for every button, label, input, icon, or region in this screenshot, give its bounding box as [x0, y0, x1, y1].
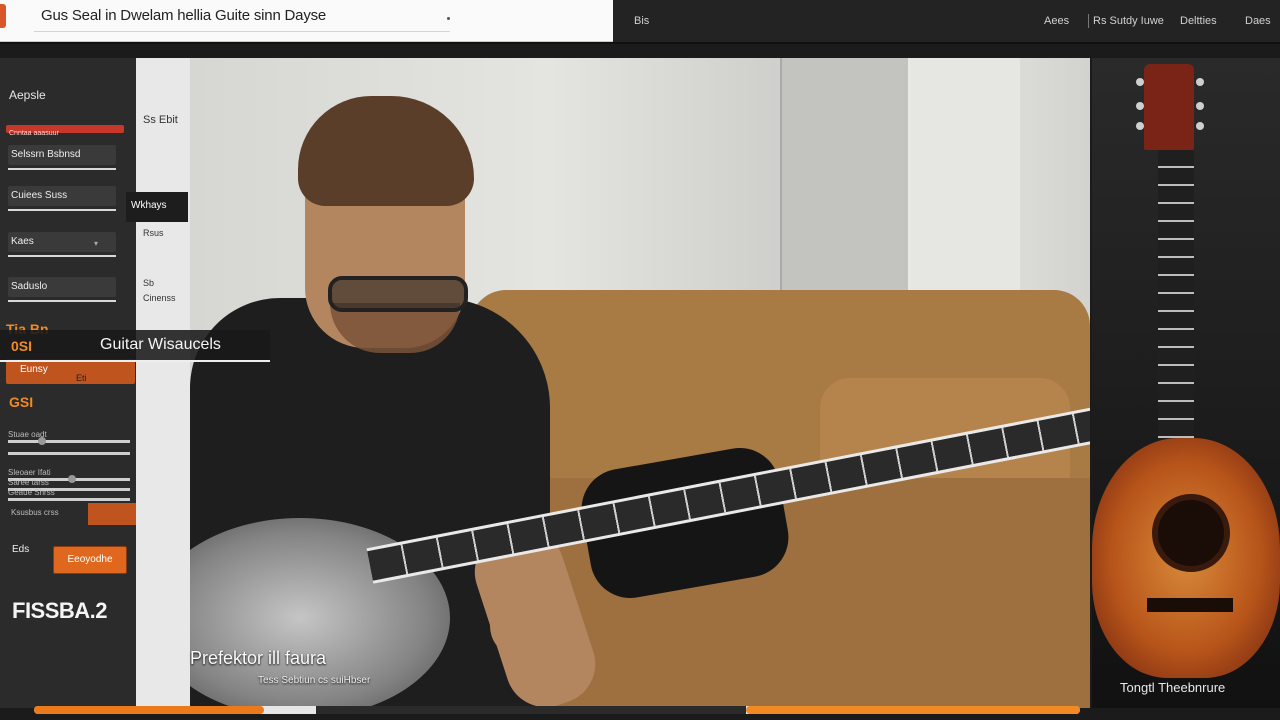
slider-1[interactable]: Stuae oadt — [8, 430, 130, 445]
nav-item-details[interactable]: Deltties — [1180, 15, 1217, 27]
search-bar[interactable]: Gus Seal in Dwelam hellia Guite sinn Day… — [0, 0, 613, 42]
progress-bar[interactable] — [34, 706, 1080, 714]
field-label: Selssrn Bsbnsd — [11, 149, 81, 160]
field-underline — [8, 209, 116, 211]
sub-item-rsus[interactable]: Rsus — [143, 228, 164, 238]
sidebar-big-label: FISSBA.2 — [12, 598, 108, 623]
slider-label: Saree tarss — [8, 478, 49, 487]
tooltip-label: Wkhays — [131, 200, 167, 211]
alert-bar: Cnntaa aaasuur — [6, 125, 124, 137]
nav-divider — [1088, 14, 1089, 28]
page-title: Gus Seal in Dwelam hellia Guite sinn Day… — [41, 7, 327, 24]
slider-label: Geaue Shrss — [8, 488, 55, 497]
sub-item-sb[interactable]: Sb — [143, 278, 154, 288]
sidebar-action-bar[interactable]: Eunsy Eti — [6, 359, 135, 384]
guitar-bridge — [1147, 598, 1233, 612]
guitar-headstock — [1144, 64, 1194, 150]
tuner-icon — [1196, 102, 1204, 110]
status-chip — [88, 503, 136, 525]
sidebar-small-label: Eds — [12, 544, 30, 555]
hero-title-text: Guitar Wisaucels — [100, 336, 221, 353]
hero-caption-sub: Tess Sebtiun cs suiHbser — [258, 675, 371, 686]
nav-item-aees[interactable]: Aees — [1044, 15, 1069, 27]
guitar-caption[interactable]: Tongtl Theebnrure — [1120, 680, 1225, 695]
sidebar-button-label: Eeoyodhe — [67, 554, 113, 565]
top-bar: Gus Seal in Dwelam hellia Guite sinn Day… — [0, 0, 1280, 44]
hero-title-bar[interactable]: 0SI Guitar Wisaucels — [0, 330, 270, 362]
progress-gap — [316, 706, 746, 714]
field-label: Saduslo — [11, 281, 48, 292]
tuner-icon — [1196, 78, 1204, 86]
hero-title-number: 0SI — [11, 338, 33, 354]
field-underline — [8, 255, 116, 257]
action-bar-label: Eunsy — [20, 364, 48, 375]
alert-label: Cnntaa aaasuur — [9, 130, 59, 137]
tuner-icon — [1196, 122, 1204, 130]
sidebar-field-1[interactable]: Selssrn Bsbnsd — [8, 145, 116, 170]
sub-item-cinenss[interactable]: Cinenss — [143, 293, 176, 303]
tuner-icon — [1136, 102, 1144, 110]
field-underline — [8, 168, 116, 170]
progress-segment — [746, 706, 1080, 714]
hero-caption: Prefektor ill faura — [190, 648, 327, 668]
guitar-soundhole — [1152, 494, 1230, 572]
nav-item-daes[interactable]: Daes — [1245, 15, 1271, 27]
slider-2[interactable] — [8, 452, 130, 455]
slider-label: Sleoaer Ifati — [8, 468, 51, 477]
more-icon[interactable] — [447, 17, 450, 20]
field-label: Kaes — [11, 236, 34, 247]
slider-5[interactable]: Geaue Shrss — [8, 488, 130, 501]
action-bar-badge: Eti — [76, 373, 87, 383]
sidebar-field-4[interactable]: Saduslo — [8, 277, 116, 302]
sidebar-field-3[interactable]: Kaes ▾ — [8, 232, 116, 257]
sidebar-field-2[interactable]: Cuiees Suss — [8, 186, 116, 211]
sidebar-heading: Aepsle — [9, 88, 46, 102]
tuner-icon — [1136, 78, 1144, 86]
sidebar-status: Ksusbus crss — [11, 508, 59, 517]
slider-knob[interactable] — [68, 475, 76, 483]
guitar-panel — [1092, 58, 1280, 708]
search-underline — [34, 31, 450, 32]
nav-item-bis[interactable]: Bis — [634, 15, 649, 27]
photo-glasses — [328, 276, 468, 312]
sub-item-ebit[interactable]: Ss Ebit — [143, 114, 178, 126]
tooltip-chip[interactable]: Wkhays — [126, 192, 188, 222]
secondary-column: Ss Ebit Rsus Sb Cinenss — [136, 58, 190, 708]
slider-knob[interactable] — [38, 437, 46, 445]
sidebar-stat: GSI — [9, 394, 34, 410]
sidebar-button[interactable]: Eeoyodhe — [53, 546, 127, 574]
field-label: Cuiees Suss — [11, 190, 68, 201]
nav-item-study[interactable]: Rs Sutdy Iuwe — [1093, 15, 1164, 27]
tuner-icon — [1136, 122, 1144, 130]
field-underline — [8, 300, 116, 302]
dropdown-icon[interactable]: ▾ — [94, 239, 98, 248]
sidebar: Aepsle Cnntaa aaasuur Selssrn Bsbnsd Cui… — [0, 58, 136, 708]
hero-image — [190, 58, 1090, 708]
brand-logo — [0, 4, 6, 28]
photo-hand — [490, 578, 570, 658]
progress-fill — [34, 706, 265, 714]
